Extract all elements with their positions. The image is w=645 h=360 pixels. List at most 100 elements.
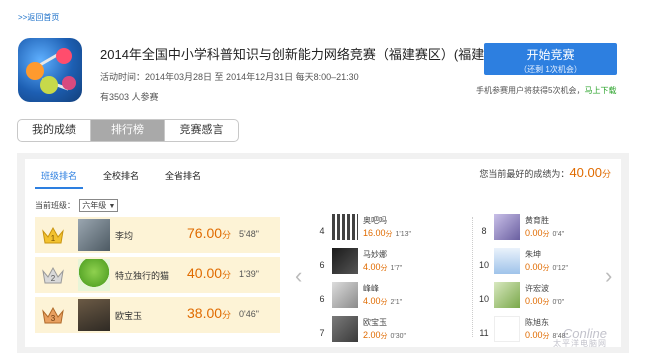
activity-time-label: 活动时间：	[100, 72, 146, 82]
player-score: 4.00分 2'1"	[363, 296, 402, 307]
player-time: 0'30"	[390, 333, 407, 340]
score-value: 0.00	[525, 262, 543, 272]
prev-page-arrow-icon[interactable]: ‹	[295, 263, 302, 289]
player-time: 1'7"	[390, 265, 403, 272]
score-unit: 分	[380, 299, 388, 306]
top-three-list: 1 李均 76.00分 5'48" 2 特立独行的猫 40.00分 1'39"	[35, 217, 280, 337]
player-score: 38.00分	[187, 305, 231, 321]
player-name: 马妙娜	[363, 250, 387, 259]
silver-crown-icon: 2	[42, 266, 64, 284]
score-unit: 分	[542, 333, 550, 340]
player-score: 0.00分 0'4"	[525, 228, 564, 239]
player-name: 黄育胜	[525, 216, 549, 225]
avatar	[332, 316, 358, 342]
tab-my-scores[interactable]: 我的成绩	[17, 119, 91, 142]
avatar	[78, 219, 110, 251]
score-unit: 分	[385, 231, 393, 238]
next-page-arrow-icon[interactable]: ›	[605, 263, 612, 289]
player-score: 40.00分	[187, 265, 231, 281]
player-name: 陈旭东	[525, 318, 549, 327]
rank-item[interactable]: 7 欧宝玉 2.00分 0'30"	[316, 314, 456, 348]
score-unit: 分	[222, 310, 232, 320]
score-value: 76.00	[187, 225, 223, 241]
ranking-panel: 班级排名 全校排名 全省排名 您当前最好的成绩为：40.00分 当前班级： 六年…	[17, 153, 629, 353]
rank-item[interactable]: 6 峰峰 4.00分 2'1"	[316, 280, 456, 314]
bronze-crown-icon: 3	[42, 306, 64, 324]
activity-time-value: 2014年03月28日 至 2014年12月31日 每天8:00–21:30	[145, 72, 359, 82]
ranking-panel-inner: 班级排名 全校排名 全省排名 您当前最好的成绩为：40.00分 当前班级： 六年…	[25, 159, 621, 348]
back-home-link[interactable]: >>返回首页	[18, 12, 59, 23]
rank-item[interactable]: 8 黄育胜 0.00分 0'4"	[478, 212, 618, 246]
rank-number: 6	[319, 294, 325, 304]
avatar	[332, 248, 358, 274]
best-score-value: 40.00	[569, 165, 602, 180]
tab-school-ranking[interactable]: 全校排名	[97, 165, 145, 189]
tab-province-ranking[interactable]: 全省排名	[159, 165, 207, 189]
svg-text:3: 3	[51, 314, 56, 323]
player-time: 1'13"	[395, 231, 412, 238]
tab-comments[interactable]: 竞赛感言	[165, 119, 239, 142]
gold-crown-icon: 1	[42, 226, 64, 244]
avatar	[78, 299, 110, 331]
player-name: 许宏波	[525, 284, 549, 293]
player-name: 欧宝玉	[363, 318, 387, 327]
start-contest-button[interactable]: 开始竞赛 （还剩 1次机会）	[484, 43, 617, 75]
player-score: 0.00分 0'12"	[525, 262, 568, 273]
score-unit: 分	[542, 231, 550, 238]
start-contest-label: 开始竞赛	[526, 48, 575, 62]
rank-number: 7	[319, 328, 325, 338]
top-row-1[interactable]: 1 李均 76.00分 5'48"	[35, 217, 280, 253]
tab-class-ranking[interactable]: 班级排名	[35, 165, 84, 189]
score-value: 38.00	[187, 305, 223, 321]
score-unit: 分	[222, 270, 232, 280]
player-time: 0'0"	[552, 299, 565, 306]
tab-leaderboard[interactable]: 排行榜	[91, 119, 165, 142]
score-unit: 分	[542, 299, 550, 306]
player-score: 4.00分 1'7"	[363, 262, 402, 273]
rank-number: 10	[478, 294, 489, 304]
rank-number: 6	[319, 260, 325, 270]
grade-value: 六年级	[82, 201, 107, 210]
rank-item[interactable]: 10 许宏波 0.00分 0'0"	[478, 280, 618, 314]
avatar	[78, 259, 110, 291]
activity-time: 活动时间：2014年03月28日 至 2014年12月31日 每天8:00–21…	[100, 70, 359, 83]
player-time: 1'39"	[239, 269, 259, 279]
score-unit: 分	[542, 265, 550, 272]
avatar	[494, 248, 520, 274]
player-name: 欧宝玉	[115, 311, 143, 321]
player-time: 5'48"	[239, 229, 259, 239]
download-link[interactable]: 马上下载	[584, 86, 616, 95]
score-value: 40.00	[187, 265, 223, 281]
player-time: 0'12"	[552, 265, 569, 272]
grade-select[interactable]: 六年级 ▼	[79, 199, 119, 212]
top-row-3[interactable]: 3 欧宝玉 38.00分 0'46"	[35, 297, 280, 333]
best-score-label: 您当前最好的成绩为：	[479, 169, 570, 179]
main-tabs: 我的成绩 排行榜 竞赛感言	[17, 119, 239, 142]
best-score-unit: 分	[601, 169, 611, 179]
svg-text:2: 2	[51, 274, 56, 283]
qr-avatar	[332, 214, 358, 240]
rank-item[interactable]: 4 奥吧吗 16.00分 1'13"	[316, 212, 456, 246]
top-row-2[interactable]: 2 特立独行的猫 40.00分 1'39"	[35, 257, 280, 293]
score-value: 16.00	[363, 228, 386, 238]
player-name: 峰峰	[363, 284, 379, 293]
player-name: 特立独行的猫	[115, 271, 170, 281]
score-value: 0.00	[525, 296, 543, 306]
player-name: 朱坤	[525, 250, 541, 259]
player-score: 76.00分	[187, 225, 231, 241]
avatar	[494, 282, 520, 308]
rank-item[interactable]: 10 朱坤 0.00分 0'12"	[478, 246, 618, 280]
contest-title: 2014年全国中小学科普知识与创新能力网络竞赛（福建赛区）(福建省教育	[100, 47, 488, 62]
player-score: 0.00分 0'0"	[525, 296, 564, 307]
participant-count: 有3503 人参赛	[100, 92, 159, 102]
svg-text:1: 1	[51, 234, 56, 243]
rank-item[interactable]: 6 马妙娜 4.00分 1'7"	[316, 246, 456, 280]
column-divider	[472, 217, 473, 337]
rank-number: 11	[479, 328, 489, 338]
chevron-down-icon: ▼	[108, 203, 116, 210]
grade-label: 当前班级：	[35, 201, 75, 210]
player-score: 2.00分 0'30"	[363, 330, 406, 341]
rank-number: 4	[319, 226, 325, 236]
player-name: 李均	[115, 231, 134, 241]
avatar	[332, 282, 358, 308]
